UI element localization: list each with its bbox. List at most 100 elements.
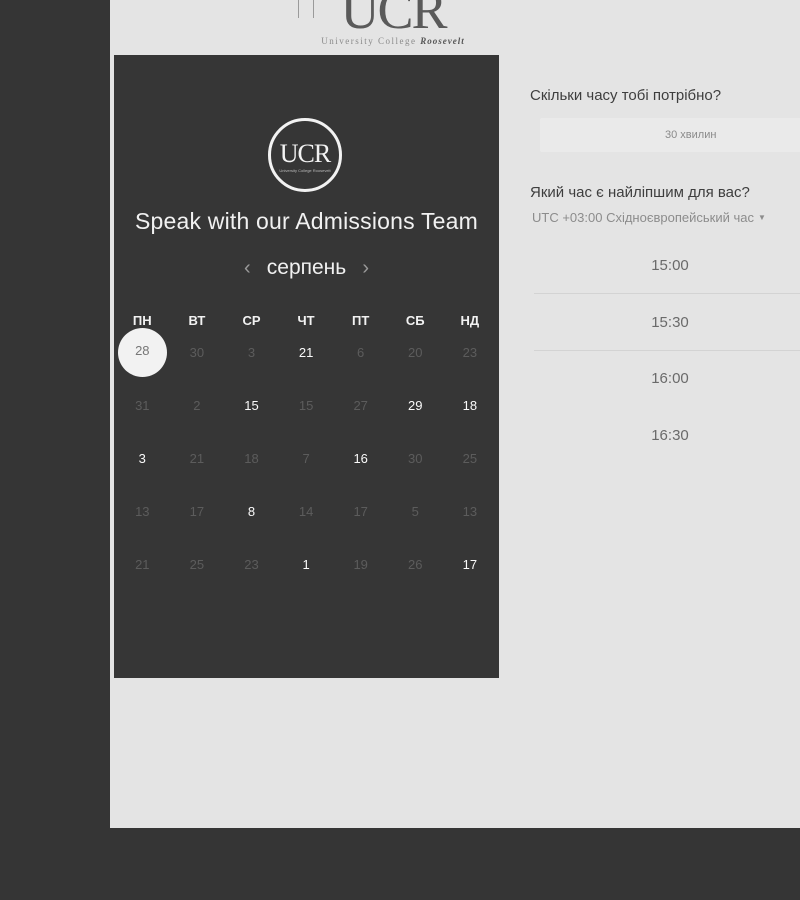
month-navigation: ‹ серпень › (114, 256, 499, 280)
day-cell: 17 (333, 492, 388, 545)
day-number: 6 (357, 345, 365, 360)
day-number: 21 (189, 451, 205, 466)
day-number: 26 (408, 557, 423, 572)
day-cell: 13 (443, 492, 498, 545)
day-cell: 18 (224, 439, 279, 492)
calendar-grid: ПН ВТ СР ЧТ ПТ СБ НД 28 30 3 21 6 20 23 31 2 15 15 27 29 18 3… (115, 313, 499, 598)
chevron-down-icon: ▼ (757, 213, 766, 222)
day-cell: 25 (170, 545, 225, 598)
day-cell: 23 (443, 333, 498, 386)
day-number: 23 (244, 557, 259, 572)
weekday-header: ПТ (352, 313, 370, 328)
day-cell: 21 (170, 439, 225, 492)
month-label: серпень (266, 256, 347, 279)
calendar-title: Speak with our Admissions Team (134, 208, 479, 234)
day-number: 23 (462, 345, 478, 360)
day-number: 1 (302, 557, 310, 572)
day-cell: 23 (224, 545, 279, 598)
header-logo-subtitle: University College Roosevelt (298, 36, 488, 46)
day-number: 17 (462, 557, 478, 572)
day-cell: 25 (443, 439, 498, 492)
day-cell[interactable]: 21 (279, 333, 334, 386)
day-cell: 26 (388, 545, 443, 598)
duration-value: 30 хвилин (665, 129, 717, 141)
day-number: 18 (244, 451, 259, 466)
day-cell: 30 (170, 333, 225, 386)
day-cell: 15 (279, 386, 334, 439)
calendar-logo-subtitle: University College Roosevelt (279, 168, 331, 173)
calendar-logo-mark: UCR (279, 139, 331, 168)
duration-question: Скільки часу тобі потрібно? (530, 87, 722, 104)
day-cell: 21 (115, 545, 170, 598)
day-cell[interactable]: 8 (224, 492, 279, 545)
day-number: 30 (408, 451, 423, 466)
timezone-select[interactable]: UTC +03:00 Східноєвропейський час ▼ (532, 210, 766, 225)
day-number: 31 (135, 398, 150, 413)
day-cell[interactable]: 17 (443, 545, 498, 598)
day-cell: 19 (333, 545, 388, 598)
day-cell: 2 (170, 386, 225, 439)
weekday-header: СБ (405, 313, 425, 328)
day-cell: 13 (115, 492, 170, 545)
day-number: 25 (189, 557, 205, 572)
day-cell: 31 (115, 386, 170, 439)
day-number: 2 (193, 398, 201, 413)
weekday-header: ЧТ (297, 313, 315, 328)
time-question: Який час є найліпшим для вас? (530, 184, 750, 201)
day-cell[interactable]: 16 (333, 439, 388, 492)
time-slot-button[interactable]: 16:30 (534, 408, 800, 464)
day-number: 21 (298, 345, 314, 360)
timezone-value: UTC +03:00 Східноєвропейський час (532, 210, 754, 225)
day-cell: 20 (388, 333, 443, 386)
day-number: 29 (408, 398, 423, 413)
time-slot-button[interactable]: 15:00 (534, 238, 800, 294)
weekday-header: НД (460, 313, 480, 328)
day-number: 13 (135, 504, 150, 519)
day-cell[interactable]: 29 (388, 386, 443, 439)
day-cell[interactable]: 3 (115, 439, 170, 492)
time-slot-button[interactable]: 15:30 (534, 295, 800, 351)
time-slot-button[interactable]: 16:00 (534, 351, 800, 407)
day-number: 16 (353, 451, 368, 466)
day-number: 20 (408, 345, 423, 360)
day-number: 3 (138, 451, 146, 466)
day-number: 13 (462, 504, 478, 519)
day-number: 3 (247, 345, 256, 360)
day-number: 25 (462, 451, 478, 466)
header-logo-mark: UCR (340, 0, 447, 40)
day-number: 15 (244, 398, 259, 413)
day-cell[interactable]: 1 (279, 545, 334, 598)
day-number: 17 (353, 504, 368, 519)
day-cell[interactable]: 18 (443, 386, 498, 439)
day-cell: 3 (224, 333, 279, 386)
calendar-logo-badge: UCR University College Roosevelt (268, 118, 342, 192)
day-number: 8 (247, 504, 256, 519)
header-logo-subtitle-prefix: University College (321, 36, 417, 46)
day-number: 30 (189, 345, 205, 360)
day-cell: 14 (279, 492, 334, 545)
day-number: 14 (298, 504, 314, 519)
day-cell[interactable]: 15 (224, 386, 279, 439)
day-number: 19 (353, 557, 368, 572)
weekday-header: ВТ (188, 313, 206, 328)
day-number: 17 (189, 504, 205, 519)
next-month-icon[interactable]: › (355, 257, 377, 280)
day-cell: 30 (388, 439, 443, 492)
day-cell: 5 (388, 492, 443, 545)
day-number: 27 (353, 398, 368, 413)
calendar-panel: UCR University College Roosevelt Speak w… (114, 55, 499, 678)
day-number: 28 (135, 343, 150, 358)
weekday-header: СР (242, 313, 261, 328)
day-number: 7 (302, 451, 310, 466)
prev-month-icon[interactable]: ‹ (236, 257, 258, 280)
day-cell: 7 (279, 439, 334, 492)
duration-option-button[interactable]: 30 хвилин (540, 118, 800, 152)
day-number: 5 (411, 504, 419, 519)
day-number: 18 (462, 398, 478, 413)
day-cell: 6 (333, 333, 388, 386)
header-logo-subtitle-name: Roosevelt (420, 36, 465, 46)
day-cell: 27 (333, 386, 388, 439)
logo-tower-icon (298, 0, 314, 18)
day-number: 21 (135, 557, 150, 572)
selected-day-cell[interactable]: 28 (115, 328, 170, 386)
